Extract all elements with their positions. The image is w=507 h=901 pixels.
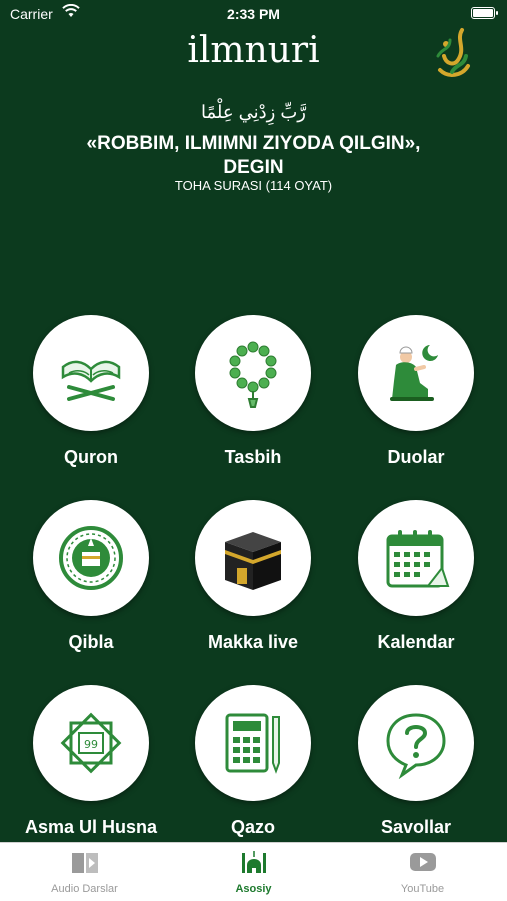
mosque-icon bbox=[241, 851, 266, 873]
tasbih-icon bbox=[229, 341, 277, 408]
battery-icon bbox=[471, 7, 498, 19]
menu-item-qazo[interactable]: Qazo bbox=[178, 685, 328, 837]
menu-circle[interactable] bbox=[358, 315, 474, 431]
question-bubble-icon bbox=[386, 713, 446, 779]
status-bar: Carrier 2:33 PM bbox=[0, 0, 507, 28]
menu-label: Makka live bbox=[207, 632, 299, 652]
menu-circle[interactable] bbox=[33, 315, 149, 431]
menu-circle[interactable] bbox=[195, 315, 311, 431]
menu-item-qibla[interactable]: Qibla bbox=[16, 500, 166, 652]
calendar-icon bbox=[386, 530, 450, 588]
tab-youtube[interactable]: YouTube bbox=[338, 849, 507, 895]
menu-label: Quron bbox=[64, 447, 118, 467]
menu-label: Savollar bbox=[380, 817, 452, 837]
verse-line-2: DEGIN bbox=[223, 157, 284, 178]
menu-item-duolar[interactable]: Duolar bbox=[341, 315, 491, 467]
menu-label: Qazo bbox=[230, 817, 275, 837]
asma-ul-husna-icon: 99 bbox=[60, 712, 122, 774]
menu-label: Kalendar bbox=[377, 632, 455, 652]
menu-item-savollar[interactable]: Savollar bbox=[341, 685, 491, 837]
menu-label: Duolar bbox=[387, 447, 445, 467]
calculator-icon bbox=[225, 713, 280, 774]
menu-item-makka-live[interactable]: Makka live bbox=[178, 500, 328, 652]
youtube-icon bbox=[409, 853, 436, 871]
menu-item-quron[interactable]: Quron bbox=[16, 315, 166, 467]
menu-circle[interactable] bbox=[33, 500, 149, 616]
tab-label: YouTube bbox=[400, 883, 445, 895]
verse-source: TOHA SURASI (114 OYAT) bbox=[174, 178, 333, 193]
menu-label: Tasbih bbox=[224, 447, 282, 467]
asma-badge: 99 bbox=[84, 738, 98, 751]
clock: 2:33 PM bbox=[227, 6, 280, 22]
menu-item-tasbih[interactable]: Tasbih bbox=[178, 315, 328, 467]
verse-translation: «ROBBIM, ILMIMNI ZIYODA QILGIN», DEGIN bbox=[40, 132, 467, 180]
menu-circle[interactable] bbox=[195, 685, 311, 801]
menu-circle[interactable]: 99 bbox=[33, 685, 149, 801]
tab-bar: Audio Darslar Asosiy YouTube bbox=[0, 842, 507, 901]
app-logo-icon bbox=[436, 28, 470, 77]
menu-circle[interactable] bbox=[358, 685, 474, 801]
menu-label: Qibla bbox=[68, 632, 114, 652]
menu-label: Asma Ul Husna bbox=[24, 817, 158, 837]
tab-label: Asosiy bbox=[235, 883, 272, 895]
tab-label: Audio Darslar bbox=[51, 883, 118, 895]
qibla-compass-icon bbox=[59, 526, 123, 590]
menu-circle[interactable] bbox=[358, 500, 474, 616]
menu-item-kalendar[interactable]: Kalendar bbox=[341, 500, 491, 652]
verse-arabic: رَّبِّ زِدْنِي عِلْمًا bbox=[201, 102, 306, 122]
tab-audio-darslar[interactable]: Audio Darslar bbox=[0, 849, 169, 895]
kaaba-icon bbox=[225, 532, 281, 590]
audio-book-icon bbox=[71, 853, 98, 873]
verse-line-1: «ROBBIM, ILMIMNI ZIYODA QILGIN», bbox=[86, 133, 421, 154]
tab-asosiy[interactable]: Asosiy bbox=[169, 849, 338, 895]
quran-icon bbox=[61, 360, 121, 401]
menu-item-asma-ul-husna[interactable]: 99 Asma Ul Husna bbox=[16, 685, 166, 837]
menu-circle[interactable] bbox=[195, 500, 311, 616]
app-title: ilmnuri bbox=[187, 30, 320, 71]
prayer-icon bbox=[390, 345, 438, 401]
